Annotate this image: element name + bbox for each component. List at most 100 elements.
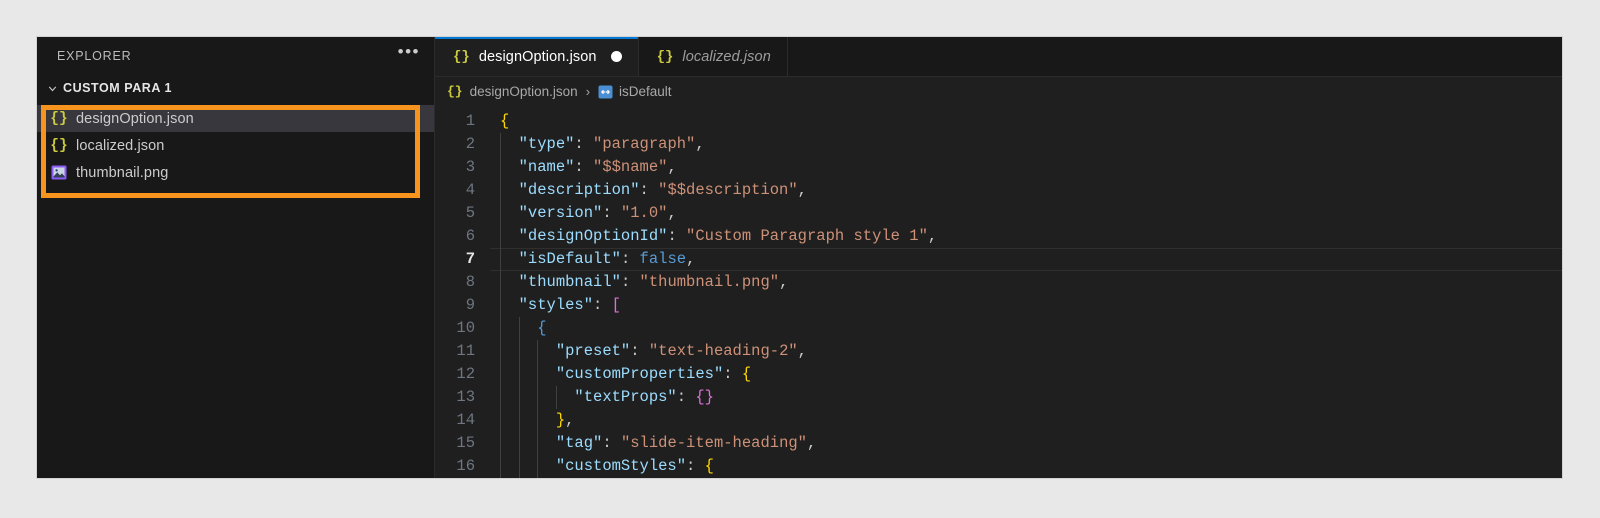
code-token: : xyxy=(574,135,593,153)
code-editor[interactable]: 12345678910111213141516 { "type": "parag… xyxy=(435,106,1562,478)
tab-bar-empty-space xyxy=(788,37,1562,76)
line-number: 12 xyxy=(435,363,475,386)
line-number: 6 xyxy=(435,225,475,248)
code-token: { xyxy=(500,112,509,130)
code-token: , xyxy=(565,411,574,429)
code-line: "thumbnail": "thumbnail.png", xyxy=(500,271,1562,294)
json-icon: {} xyxy=(49,111,69,127)
code-token: "Custom Paragraph style 1" xyxy=(686,227,928,245)
editor-tab-bar: {} designOption.json {} localized.json xyxy=(435,37,1562,77)
line-number: 14 xyxy=(435,409,475,432)
line-number: 9 xyxy=(435,294,475,317)
file-row-thumbnail-png[interactable]: thumbnail.png xyxy=(37,159,434,186)
code-token: "version" xyxy=(519,204,603,222)
code-token: , xyxy=(686,250,695,268)
tab-designoption-json[interactable]: {} designOption.json xyxy=(435,37,639,76)
folder-root-label: CUSTOM PARA 1 xyxy=(63,81,172,95)
code-token: "styles" xyxy=(519,296,593,314)
breadcrumb-separator-icon: › xyxy=(586,84,590,99)
code-token: , xyxy=(779,273,788,291)
code-line: "version": "1.0", xyxy=(500,202,1562,225)
code-token: : xyxy=(621,273,640,291)
line-number: 5 xyxy=(435,202,475,225)
code-token: "type" xyxy=(519,135,575,153)
line-number: 4 xyxy=(435,179,475,202)
code-token: "name" xyxy=(519,158,575,176)
code-token: "customStyles" xyxy=(556,457,686,475)
line-number: 16 xyxy=(435,455,475,478)
code-token: : xyxy=(593,296,612,314)
code-token: : xyxy=(677,388,696,406)
code-token: , xyxy=(928,227,937,245)
line-number: 8 xyxy=(435,271,475,294)
explorer-sidebar: EXPLORER ••• CUSTOM PARA 1 {} designOpti… xyxy=(37,37,435,478)
folder-root-row[interactable]: CUSTOM PARA 1 xyxy=(37,75,434,101)
code-token: "designOptionId" xyxy=(519,227,668,245)
code-token: "thumbnail" xyxy=(519,273,621,291)
code-line: "description": "$$description", xyxy=(500,179,1562,202)
code-line: "styles": [ xyxy=(500,294,1562,317)
code-token: : xyxy=(667,227,686,245)
code-line: "isDefault": false, xyxy=(500,248,1562,271)
code-line: "type": "paragraph", xyxy=(500,133,1562,156)
line-number: 15 xyxy=(435,432,475,455)
line-number: 3 xyxy=(435,156,475,179)
tab-localized-json[interactable]: {} localized.json xyxy=(639,37,788,76)
line-number: 2 xyxy=(435,133,475,156)
code-indent xyxy=(500,227,519,245)
code-token: : xyxy=(602,204,621,222)
explorer-file-list: {} designOption.json {} localized.json t… xyxy=(37,105,434,186)
file-row-localized-json[interactable]: {} localized.json xyxy=(37,132,434,159)
code-token: "tag" xyxy=(556,434,603,452)
code-indent xyxy=(500,434,556,452)
code-line: "textProps": {} xyxy=(500,386,1562,409)
code-token: , xyxy=(798,181,807,199)
json-icon: {} xyxy=(49,138,69,154)
json-icon: {} xyxy=(447,84,463,99)
code-token: , xyxy=(807,434,816,452)
breadcrumb-symbol[interactable]: isDefault xyxy=(598,84,672,99)
code-indent xyxy=(500,181,519,199)
code-token: : xyxy=(640,181,659,199)
code-content[interactable]: { "type": "paragraph", "name": "$$name",… xyxy=(490,106,1562,478)
tab-label: designOption.json xyxy=(479,49,597,65)
code-line: "tag": "slide-item-heading", xyxy=(500,432,1562,455)
code-indent xyxy=(500,273,519,291)
file-label: localized.json xyxy=(76,138,164,154)
code-indent xyxy=(500,158,519,176)
code-token: "paragraph" xyxy=(593,135,695,153)
code-token: { xyxy=(705,457,714,475)
code-line: "preset": "text-heading-2", xyxy=(500,340,1562,363)
code-token: : xyxy=(574,158,593,176)
code-token: , xyxy=(667,158,676,176)
breadcrumb-file-label: designOption.json xyxy=(470,84,578,99)
code-token: "description" xyxy=(519,181,640,199)
code-token: : xyxy=(602,434,621,452)
code-token: , xyxy=(798,342,807,360)
code-token: "preset" xyxy=(556,342,630,360)
line-number-gutter: 12345678910111213141516 xyxy=(435,106,490,478)
code-token: { xyxy=(537,319,546,337)
code-token: : xyxy=(621,250,640,268)
code-indent xyxy=(500,296,519,314)
code-indent xyxy=(500,204,519,222)
code-line: "name": "$$name", xyxy=(500,156,1562,179)
image-icon xyxy=(49,165,69,180)
code-line: { xyxy=(500,110,1562,133)
code-token: , xyxy=(695,135,704,153)
code-token: , xyxy=(667,204,676,222)
unsaved-indicator-icon[interactable] xyxy=(611,51,622,62)
code-indent xyxy=(500,457,556,475)
vscode-window: EXPLORER ••• CUSTOM PARA 1 {} designOpti… xyxy=(37,37,1562,478)
breadcrumb-file[interactable]: {} designOption.json xyxy=(447,84,578,99)
code-token: "1.0" xyxy=(621,204,668,222)
code-token: [ xyxy=(612,296,621,314)
code-token: {} xyxy=(695,388,714,406)
explorer-header: EXPLORER ••• xyxy=(37,37,434,75)
line-number: 10 xyxy=(435,317,475,340)
code-token: : xyxy=(723,365,742,383)
json-icon: {} xyxy=(657,49,674,65)
file-row-designoption-json[interactable]: {} designOption.json xyxy=(37,105,434,132)
more-actions-icon[interactable]: ••• xyxy=(398,47,420,65)
code-line: "customStyles": { xyxy=(500,455,1562,478)
